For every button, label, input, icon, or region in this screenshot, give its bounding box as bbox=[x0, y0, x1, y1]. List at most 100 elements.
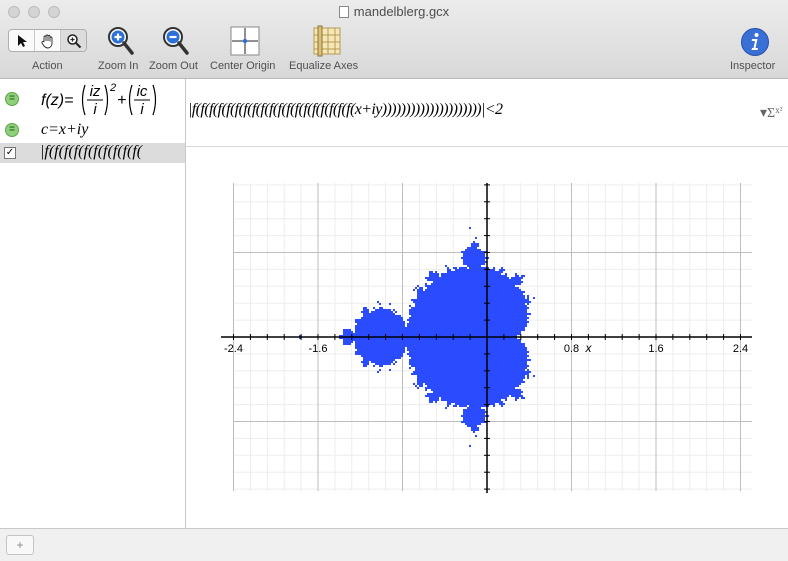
fractal-span bbox=[393, 309, 395, 311]
fractal-span bbox=[527, 377, 529, 379]
window-title-text: mandelblerg.gcx bbox=[353, 4, 450, 19]
expression-editor[interactable]: |f(f(f(f(f(f(f(f(f(f(f(f(f(f(f(f(f(f(f(x… bbox=[186, 79, 788, 147]
fractal-span bbox=[361, 355, 403, 357]
fractal-span bbox=[441, 397, 507, 399]
info-icon[interactable] bbox=[740, 27, 770, 57]
fractal-span bbox=[355, 319, 403, 321]
fractal-span bbox=[379, 303, 381, 305]
zoom-in-label[interactable]: Zoom In bbox=[98, 60, 138, 72]
fractal-span bbox=[373, 307, 375, 309]
fractal-span bbox=[429, 273, 439, 275]
x-tick-label: 1.6 bbox=[648, 343, 663, 355]
fractal-span bbox=[475, 237, 477, 239]
zoom-in-icon[interactable] bbox=[107, 26, 135, 56]
center-origin-icon[interactable] bbox=[230, 26, 260, 56]
hand-tool-button[interactable] bbox=[35, 30, 61, 51]
fractal-span bbox=[445, 265, 447, 267]
fractal-span bbox=[375, 309, 391, 311]
fractal-span bbox=[355, 329, 525, 331]
fractal-span bbox=[415, 305, 527, 307]
sigma-icon[interactable]: ▾Σx² bbox=[760, 105, 782, 122]
fractal-span bbox=[363, 363, 369, 365]
equation-visible-checkbox[interactable]: ✓ bbox=[4, 147, 16, 159]
fractal-span bbox=[467, 425, 477, 427]
inspector-label[interactable]: Inspector bbox=[730, 60, 775, 72]
equation-enabled-toggle[interactable]: = bbox=[5, 92, 19, 106]
fractal-span bbox=[429, 275, 439, 277]
zoom-out-label[interactable]: Zoom Out bbox=[149, 60, 198, 72]
fractal-span bbox=[475, 435, 477, 437]
equation-row-selected[interactable]: ✓ |f(f(f(f(f(f(f(f(f(f( bbox=[0, 143, 185, 163]
fractal-span bbox=[363, 359, 395, 361]
action-segmented-control[interactable] bbox=[8, 29, 87, 52]
fractal-span bbox=[427, 385, 519, 387]
center-origin-label[interactable]: Center Origin bbox=[210, 60, 275, 72]
fractal-span bbox=[413, 383, 415, 385]
fractal-span bbox=[409, 309, 527, 311]
fractal-span bbox=[435, 271, 437, 273]
fractal-span bbox=[363, 309, 369, 311]
fractal-span bbox=[409, 321, 529, 323]
zoom-out-icon[interactable] bbox=[162, 26, 190, 56]
fractal-span bbox=[411, 307, 529, 309]
fractal-span bbox=[379, 369, 381, 371]
fractal-span bbox=[533, 297, 535, 299]
fractal-span bbox=[467, 407, 481, 409]
fractal-span bbox=[425, 395, 509, 397]
fractal-span bbox=[527, 375, 529, 377]
magnify-tool-button[interactable] bbox=[61, 30, 86, 51]
fractal-span bbox=[361, 317, 403, 319]
fractal-span bbox=[407, 319, 527, 321]
fractal-span bbox=[433, 391, 523, 393]
fractal-span bbox=[355, 327, 525, 329]
fractal-span bbox=[355, 331, 521, 333]
fractal-span bbox=[393, 363, 395, 365]
equation-iteration-preview[interactable]: |f(f(f(f(f(f(f(f(f(f( bbox=[40, 143, 142, 161]
fractal-span bbox=[441, 399, 501, 401]
x-tick-label: -1.6 bbox=[309, 343, 328, 355]
fractal-span bbox=[417, 293, 523, 295]
fractal-span bbox=[463, 259, 485, 261]
equation-row[interactable]: = c=x+iy bbox=[0, 119, 185, 143]
document-icon bbox=[338, 6, 349, 18]
equation-row[interactable]: = f(z)= iz i 2 + ic i bbox=[0, 79, 185, 119]
fractal-span bbox=[413, 301, 531, 303]
hand-icon bbox=[40, 34, 52, 48]
fractal-span bbox=[521, 275, 525, 277]
pointer-tool-button[interactable] bbox=[9, 30, 35, 51]
equation-enabled-toggle[interactable]: = bbox=[5, 123, 19, 137]
fractal-span bbox=[473, 241, 475, 243]
fractal-span bbox=[429, 399, 439, 401]
fractal-span bbox=[411, 365, 529, 367]
fractal-span bbox=[417, 297, 525, 299]
equalize-axes-icon[interactable] bbox=[311, 25, 343, 57]
fractal-span bbox=[431, 389, 521, 391]
fractal-span bbox=[355, 321, 405, 323]
fractal-span bbox=[415, 303, 525, 305]
fractal-span bbox=[463, 419, 485, 421]
equation-f-definition[interactable]: f(z)= iz i 2 + ic i bbox=[41, 81, 171, 119]
expression-text[interactable]: |f(f(f(f(f(f(f(f(f(f(f(f(f(f(f(f(f(f(f(x… bbox=[188, 101, 748, 119]
fractal-span bbox=[361, 361, 369, 363]
fractal-span bbox=[409, 361, 527, 363]
graph-canvas[interactable]: -2.4 -1.6 0.8 1.6 2.4 x bbox=[186, 147, 788, 527]
equation-c-definition[interactable]: c=x+iy bbox=[41, 121, 88, 139]
fractal-span bbox=[355, 353, 403, 355]
fractal-span bbox=[425, 283, 427, 285]
equalize-axes-label[interactable]: Equalize Axes bbox=[289, 60, 358, 72]
fractal-span bbox=[447, 269, 451, 271]
add-equation-button[interactable]: + bbox=[6, 535, 34, 555]
fractal-span bbox=[389, 369, 391, 371]
fractal-span bbox=[467, 247, 477, 249]
fractal-span bbox=[355, 351, 405, 353]
fractal-span bbox=[357, 323, 405, 325]
fractal-span bbox=[463, 263, 485, 265]
fractal-span bbox=[409, 367, 411, 369]
action-label: Action bbox=[32, 60, 63, 72]
fractal-span bbox=[461, 415, 489, 417]
fractal-span bbox=[447, 405, 449, 407]
fractal-span bbox=[389, 303, 391, 305]
fractal-span bbox=[493, 405, 495, 407]
fractal-span bbox=[409, 311, 527, 313]
fractal-span bbox=[407, 323, 527, 325]
